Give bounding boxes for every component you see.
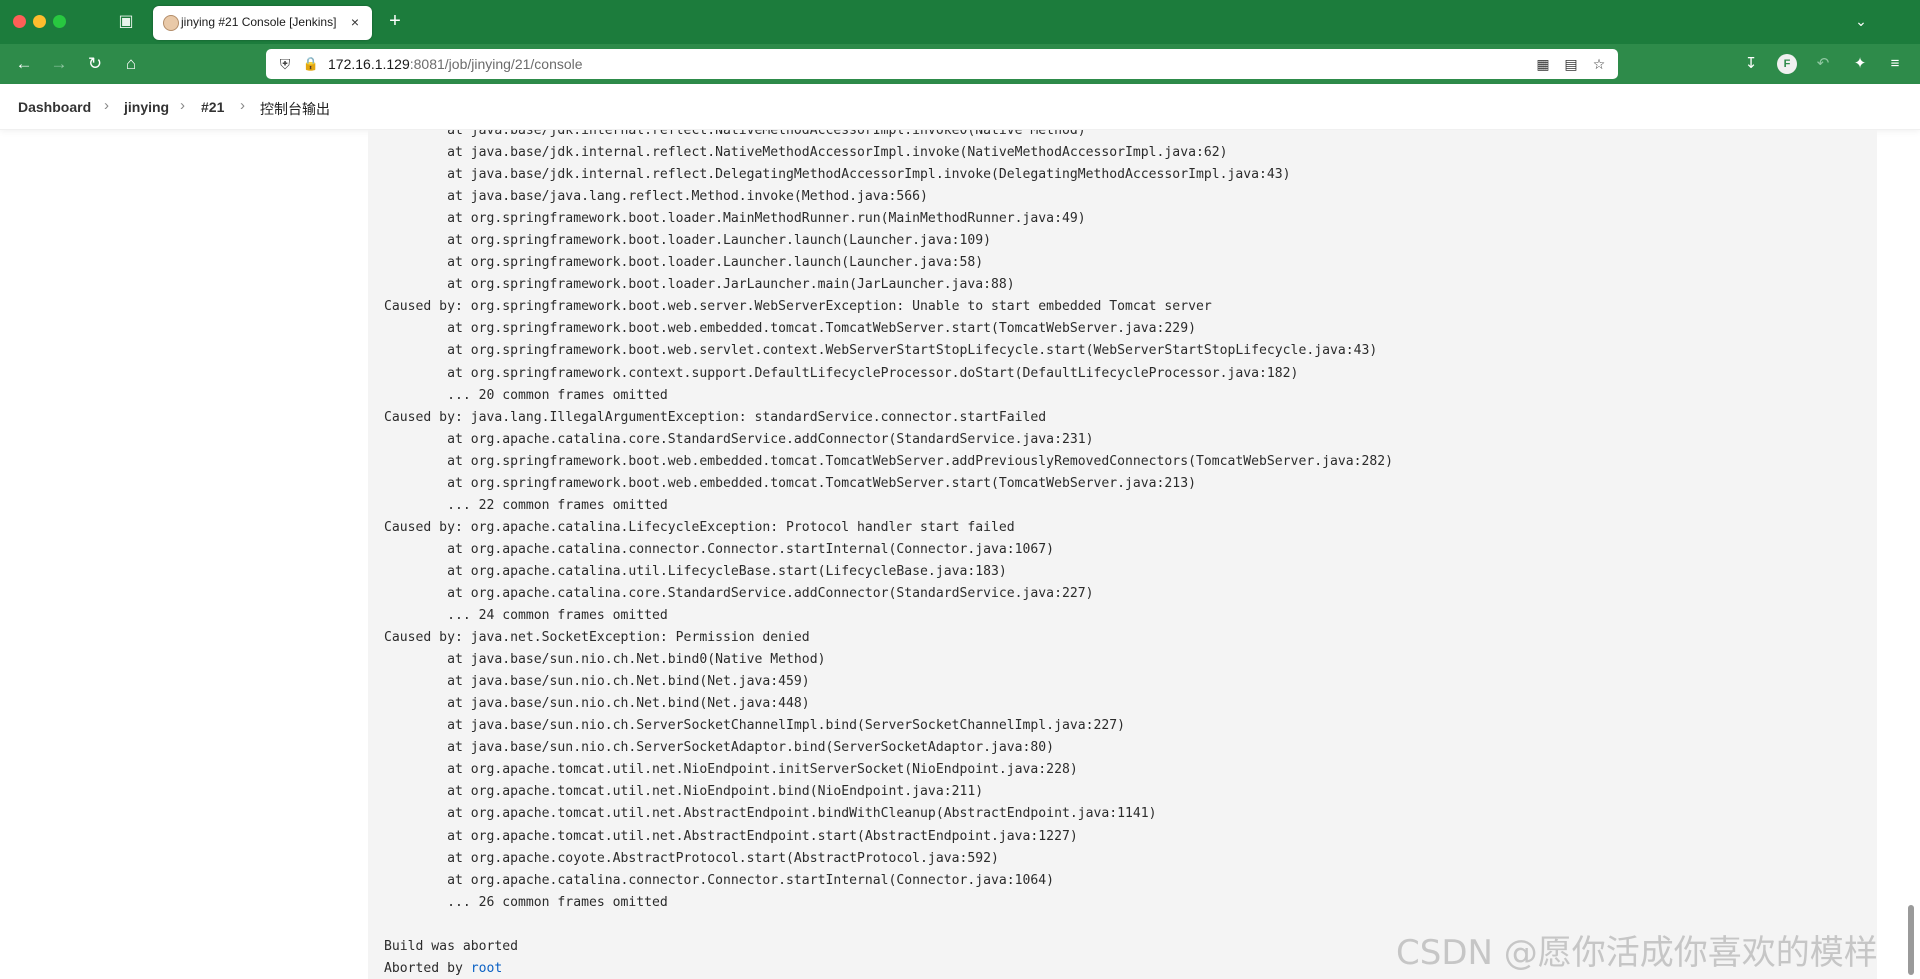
qr-code-icon[interactable]: ▦ [1534, 55, 1552, 73]
console-line: at java.base/jdk.internal.reflect.Native… [384, 145, 1228, 161]
console-line: at org.springframework.boot.loader.MainM… [384, 211, 1086, 227]
aborted-by-user-link[interactable]: root [471, 961, 503, 976]
tab-title: jinying #21 Console [Jenkins] [181, 15, 337, 29]
scrollbar[interactable] [1908, 905, 1914, 975]
breadcrumb: Dashboard › jinying › #21 › 控制台输出 [0, 84, 1920, 130]
console-line: at java.base/jdk.internal.reflect.Delega… [384, 167, 1291, 183]
console-line: at org.apache.catalina.connector.Connect… [384, 541, 1055, 557]
console-line: at org.springframework.context.support.D… [384, 365, 1299, 381]
console-line: at org.springframework.boot.loader.JarLa… [384, 277, 1015, 293]
console-line: at org.apache.tomcat.util.net.AbstractEn… [384, 806, 1157, 822]
console-line: at org.apache.catalina.connector.Connect… [384, 872, 1055, 888]
url-bar[interactable]: ⛨ 🔒 172.16.1.129:8081/job/jinying/21/con… [266, 49, 1618, 79]
console-line: at java.base/java.lang.reflect.Method.in… [384, 189, 928, 205]
breadcrumb-separator-icon: › [104, 97, 109, 114]
account-icon[interactable]: F [1777, 54, 1797, 74]
console-line: at org.springframework.boot.loader.Launc… [384, 233, 991, 249]
window-maximize-button[interactable] [53, 15, 66, 28]
shield-icon[interactable]: ⛨ [276, 55, 294, 73]
console-line: Caused by: java.lang.IllegalArgumentExce… [384, 409, 1047, 425]
url-text[interactable]: 172.16.1.129:8081/job/jinying/21/console [328, 56, 583, 72]
back-icon[interactable]: ← [13, 53, 35, 75]
breadcrumb-console-output[interactable]: 控制台输出 [260, 99, 330, 119]
plus-icon[interactable]: + [384, 10, 406, 32]
console-line: Build was aborted [384, 938, 519, 954]
console-line: at java.base/sun.nio.ch.ServerSocketChan… [384, 718, 1126, 734]
navigation-bar: ← → ↻ ⌂ ⛨ 🔒 172.16.1.129:8081/job/jinyin… [0, 44, 1920, 84]
console-line: at org.apache.coyote.AbstractProtocol.st… [384, 850, 999, 866]
reload-icon[interactable]: ↻ [84, 53, 106, 75]
breadcrumb-build[interactable]: #21 [201, 99, 224, 115]
console-line: ... 20 common frames omitted [384, 387, 668, 403]
console-line: at java.base/jdk.internal.reflect.Native… [384, 130, 1086, 138]
watermark: CSDN @愿你活成你喜欢的模样 [1396, 933, 1878, 973]
console-output: at java.base/jdk.internal.reflect.Native… [368, 130, 1877, 979]
url-host: 172.16.1.129 [328, 56, 410, 72]
extensions-icon[interactable]: ✦ [1849, 53, 1871, 75]
console-line: at java.base/sun.nio.ch.Net.bind(Net.jav… [384, 696, 810, 712]
breadcrumb-dashboard[interactable]: Dashboard [18, 99, 91, 115]
favicon-icon [163, 15, 179, 31]
menu-icon[interactable]: ≡ [1884, 53, 1906, 75]
breadcrumb-separator-icon: › [240, 97, 245, 114]
forward-icon[interactable]: → [48, 53, 70, 75]
console-line: at org.apache.catalina.core.StandardServ… [384, 431, 1094, 447]
window-close-button[interactable] [13, 15, 26, 28]
console-line: ... 26 common frames omitted [384, 894, 668, 910]
console-line: Caused by: org.springframework.boot.web.… [384, 299, 1212, 315]
home-icon[interactable]: ⌂ [120, 53, 142, 75]
console-line: at org.apache.tomcat.util.net.NioEndpoin… [384, 762, 1078, 778]
console-line: at org.springframework.boot.loader.Launc… [384, 255, 984, 271]
aborted-by-label: Aborted by [384, 960, 471, 976]
close-icon[interactable]: × [346, 13, 364, 31]
undo-icon[interactable]: ↶ [1812, 53, 1834, 75]
lock-icon[interactable]: 🔒 [302, 55, 320, 73]
breadcrumb-job[interactable]: jinying [124, 99, 169, 115]
console-line: at org.springframework.boot.web.servlet.… [384, 343, 1378, 359]
console-line: at java.base/sun.nio.ch.Net.bind0(Native… [384, 652, 826, 668]
console-line: at org.springframework.boot.web.embedded… [384, 321, 1196, 337]
reader-view-icon[interactable]: ▤ [1562, 55, 1580, 73]
tab-strip: ▣ jinying #21 Console [Jenkins] × + ⌄ [0, 0, 1920, 44]
console-line: Caused by: org.apache.catalina.Lifecycle… [384, 519, 1015, 535]
console-line: ... 22 common frames omitted [384, 497, 668, 513]
chevron-down-icon[interactable]: ⌄ [1850, 10, 1872, 32]
star-icon[interactable]: ☆ [1590, 55, 1608, 73]
console-line: at org.apache.tomcat.util.net.AbstractEn… [384, 828, 1078, 844]
console-line: at org.apache.tomcat.util.net.NioEndpoin… [384, 784, 984, 800]
tab-overview-icon[interactable]: ▣ [116, 12, 136, 32]
tab-active[interactable]: jinying #21 Console [Jenkins] × [153, 6, 372, 40]
console-line: at java.base/sun.nio.ch.Net.bind(Net.jav… [384, 674, 810, 690]
console-line: Caused by: java.net.SocketException: Per… [384, 630, 810, 646]
console-line: at org.apache.catalina.core.StandardServ… [384, 585, 1094, 601]
breadcrumb-separator-icon: › [180, 97, 185, 114]
download-icon[interactable]: ↧ [1740, 53, 1762, 75]
window-minimize-button[interactable] [33, 15, 46, 28]
console-line: at java.base/sun.nio.ch.ServerSocketAdap… [384, 740, 1055, 756]
console-line: at org.springframework.boot.web.embedded… [384, 453, 1394, 469]
console-line: at org.apache.catalina.util.LifecycleBas… [384, 563, 1007, 579]
console-line: at org.springframework.boot.web.embedded… [384, 475, 1196, 491]
aborted-by-line: Aborted by root [384, 958, 1393, 979]
console-line: ... 24 common frames omitted [384, 608, 668, 624]
console-text: at java.base/jdk.internal.reflect.Native… [384, 130, 1393, 979]
url-path: :8081/job/jinying/21/console [409, 56, 583, 72]
